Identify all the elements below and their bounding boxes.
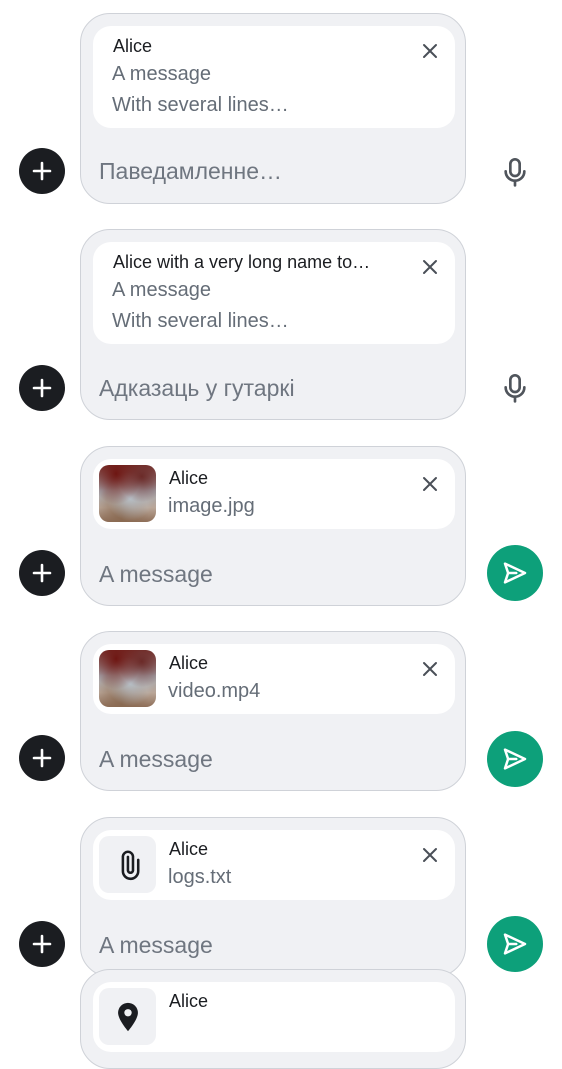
reply-preview: Alice [93, 982, 455, 1052]
composer-reply-location: Alice [0, 0, 562, 1069]
reply-sender-name: Alice [169, 991, 209, 1011]
location-thumbnail [99, 988, 156, 1045]
location-pin-icon [117, 1002, 138, 1031]
message-composer[interactable]: Alice [80, 969, 466, 1069]
